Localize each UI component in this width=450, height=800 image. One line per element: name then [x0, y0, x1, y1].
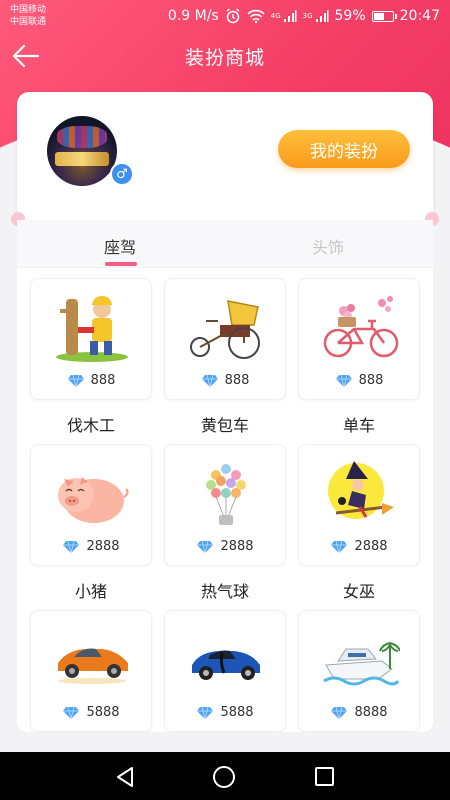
list-item[interactable]: 2888 小猪	[30, 444, 152, 602]
lumberjack-image	[56, 296, 128, 362]
item-name: 伐木工	[66, 416, 115, 435]
list-item[interactable]: 5888	[164, 610, 286, 732]
item-card[interactable]: 888	[298, 278, 420, 400]
signal-icon	[315, 10, 329, 22]
item-price: 888	[358, 373, 384, 388]
item-card[interactable]: 5888	[164, 610, 286, 732]
diamond-icon	[63, 540, 80, 553]
item-price: 2888	[86, 539, 120, 554]
item-price: 5888	[86, 705, 120, 720]
battery-percent: 59%	[334, 8, 366, 24]
nav-recent-square-icon[interactable]	[315, 767, 334, 786]
item-name: 热气球	[200, 582, 249, 601]
sports-car-blue-image	[192, 650, 260, 680]
item-card[interactable]: 888	[30, 278, 152, 400]
list-item[interactable]: 2888 热气球	[164, 444, 286, 602]
nav-home-circle-icon[interactable]	[213, 766, 235, 788]
male-gender-icon: ♂	[110, 162, 134, 186]
item-card[interactable]: 2888	[30, 444, 152, 566]
rickshaw-image	[190, 300, 260, 359]
nav-bar: 装扮商城	[0, 32, 450, 80]
item-price: 2888	[220, 539, 254, 554]
item-price: 888	[224, 373, 250, 388]
diamond-icon	[335, 374, 352, 387]
diamond-icon	[201, 374, 218, 387]
piglet-image	[58, 477, 129, 523]
battery-icon	[371, 10, 397, 22]
diamond-icon	[197, 540, 214, 553]
avatar[interactable]	[47, 116, 117, 186]
network-type-2: 3G	[302, 12, 313, 20]
item-card[interactable]: 2888	[164, 444, 286, 566]
tab-headwear[interactable]: 头饰	[312, 234, 344, 258]
diamond-icon	[63, 706, 80, 719]
my-outfit-button[interactable]: 我的装扮	[278, 130, 410, 168]
list-item[interactable]: 888 伐木工	[30, 278, 152, 436]
page-title: 装扮商城	[184, 46, 265, 69]
carrier-1: 中国移动	[10, 5, 47, 15]
list-item[interactable]: 2888 女巫	[298, 444, 420, 602]
item-card[interactable]: 2888	[298, 444, 420, 566]
carrier-info: 中国移动 中国联通	[10, 4, 46, 28]
list-item[interactable]: 5888	[30, 610, 152, 732]
item-name: 黄包车	[200, 416, 249, 435]
tab-indicator	[105, 262, 137, 266]
item-card[interactable]: 5888	[30, 610, 152, 732]
carrier-2: 中国联通	[10, 17, 47, 27]
item-card[interactable]: 8888	[298, 610, 420, 732]
diamond-icon	[67, 374, 84, 387]
diamond-icon	[331, 540, 348, 553]
sports-car-orange-image	[58, 648, 128, 684]
status-bar: 中国移动 中国联通 0.9 M/s 4G 3G 59% 20:47	[0, 0, 450, 32]
list-item[interactable]: 8888	[298, 610, 420, 732]
list-item[interactable]: 888 黄包车	[164, 278, 286, 436]
shop-panel: 座驾 头饰 888 伐木工 888 黄包车 888 单车 2888 小猪 288…	[17, 220, 433, 732]
item-price: 8888	[354, 705, 388, 720]
nav-back-triangle-icon[interactable]	[115, 766, 135, 788]
back-arrow-icon[interactable]	[10, 40, 42, 72]
signal-icon	[283, 10, 297, 22]
list-item[interactable]: 888 单车	[298, 278, 420, 436]
hot-air-balloon-image	[206, 464, 246, 525]
network-type-1: 4G	[270, 12, 281, 20]
diamond-icon	[331, 706, 348, 719]
yacht-image	[323, 642, 400, 686]
item-price: 888	[90, 373, 116, 388]
item-name: 小猪	[74, 582, 107, 601]
network-speed: 0.9 M/s	[167, 8, 219, 24]
category-tabs: 座驾 头饰	[17, 220, 433, 268]
item-price: 2888	[354, 539, 388, 554]
wifi-icon	[247, 9, 265, 23]
item-price: 5888	[220, 705, 254, 720]
item-card[interactable]: 888	[164, 278, 286, 400]
profile-card: ♂ 我的装扮	[17, 92, 433, 220]
bicycle-image	[323, 296, 399, 358]
alarm-icon	[226, 8, 240, 24]
witch-image	[328, 461, 394, 519]
diamond-icon	[197, 706, 214, 719]
tab-vehicle[interactable]: 座驾	[104, 234, 136, 258]
clock: 20:47	[399, 8, 440, 24]
system-nav-bar	[0, 752, 450, 800]
item-name: 女巫	[342, 582, 375, 601]
item-name: 单车	[342, 416, 375, 435]
